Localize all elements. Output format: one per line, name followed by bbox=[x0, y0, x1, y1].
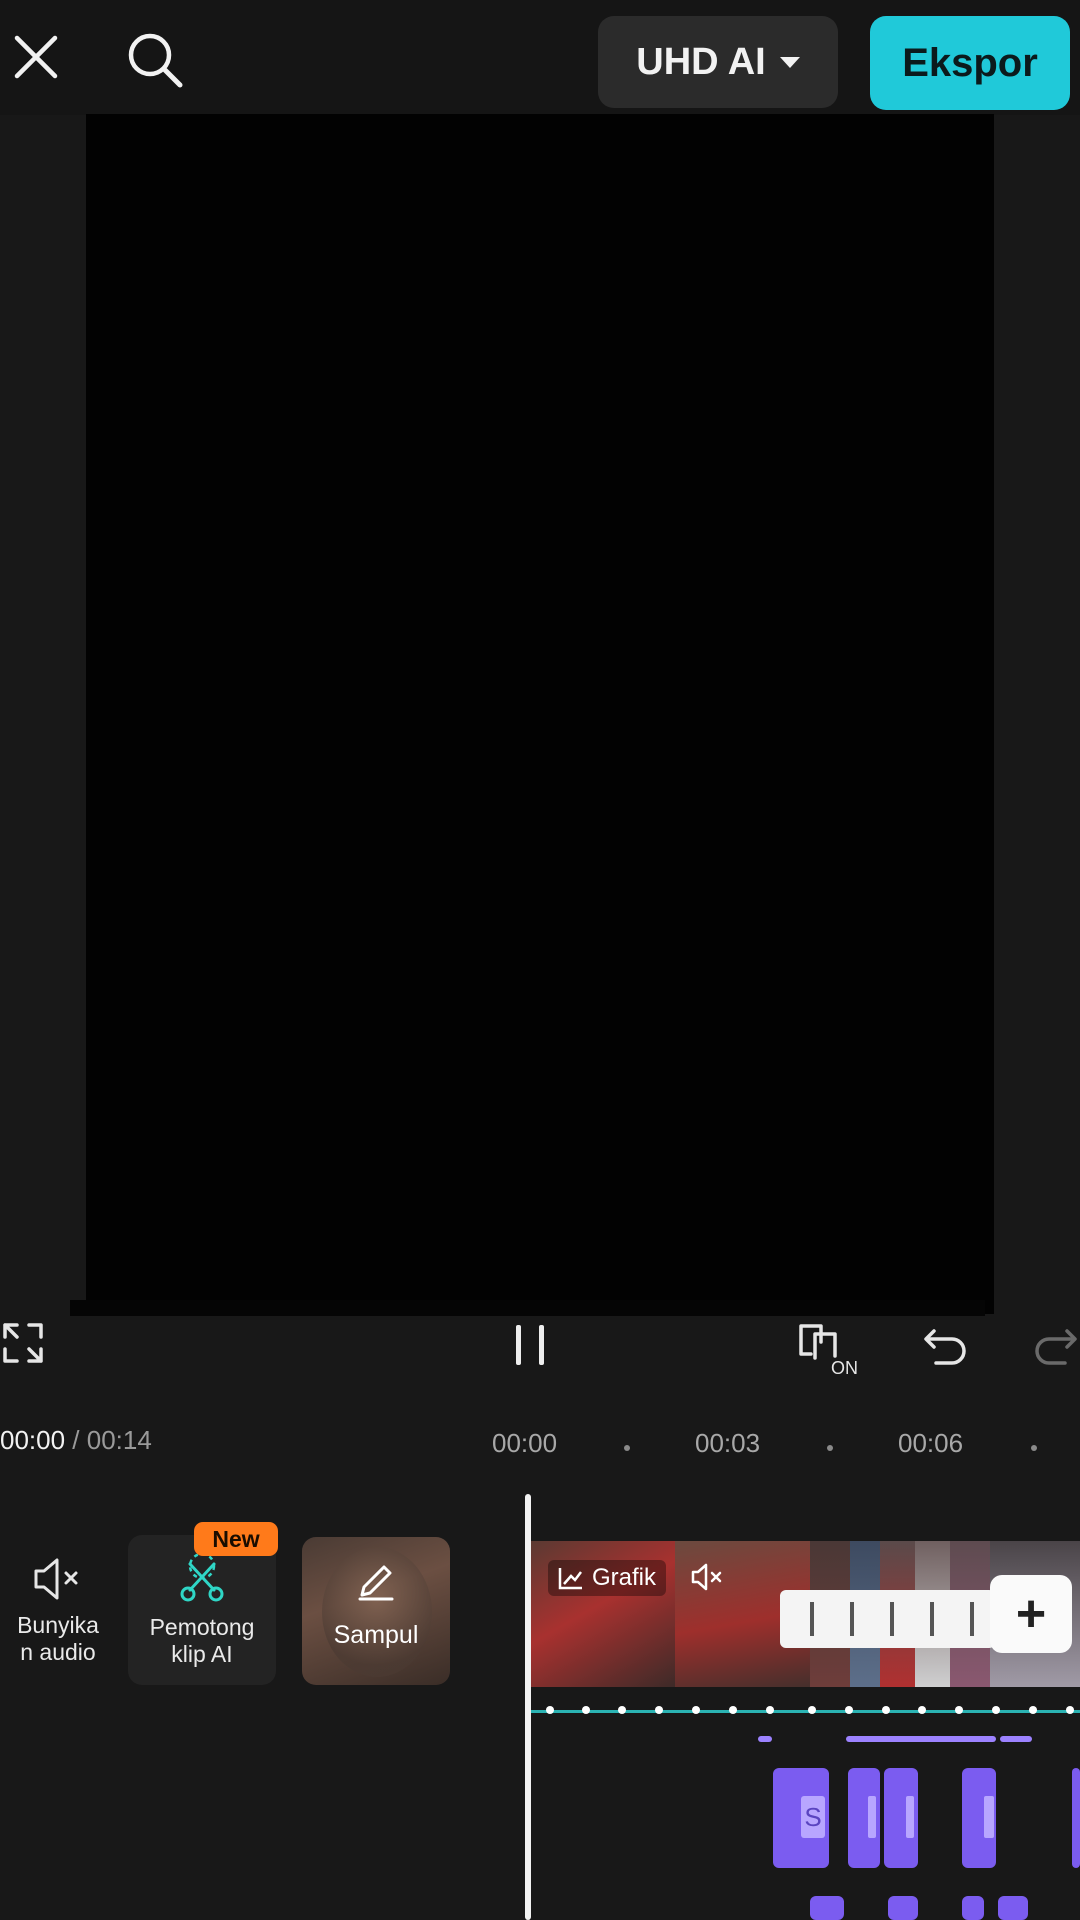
transition-marker[interactable] bbox=[810, 1602, 814, 1636]
clip-transitions[interactable] bbox=[780, 1590, 995, 1648]
keyframe-dot[interactable] bbox=[808, 1706, 816, 1714]
caption-clip[interactable] bbox=[884, 1768, 918, 1868]
ruler-mark: 00:06 bbox=[898, 1428, 964, 1458]
search-icon bbox=[128, 33, 183, 88]
caption-letter: S bbox=[801, 1796, 825, 1838]
caption-clip-handle bbox=[984, 1796, 994, 1838]
search-button[interactable] bbox=[120, 25, 190, 95]
chevron-down-icon bbox=[779, 56, 800, 68]
undo-button[interactable] bbox=[920, 1318, 972, 1372]
preview-bottom-edge bbox=[70, 1300, 985, 1316]
keyframe-dot[interactable] bbox=[882, 1706, 890, 1714]
keyframe-dot[interactable] bbox=[845, 1706, 853, 1714]
svg-text:ON: ON bbox=[831, 1358, 858, 1376]
export-button[interactable]: Ekspor bbox=[870, 16, 1070, 110]
mute-audio-text: Bunyika n audio bbox=[17, 1612, 99, 1665]
pencil-icon bbox=[358, 1565, 394, 1601]
fullscreen-button[interactable] bbox=[0, 1318, 46, 1368]
ruler-dot bbox=[1031, 1445, 1037, 1451]
fullscreen-icon bbox=[3, 1323, 43, 1363]
undo-icon bbox=[924, 1329, 966, 1365]
text-track-edge bbox=[846, 1736, 996, 1742]
pause-button[interactable] bbox=[500, 1315, 560, 1375]
caption-clip[interactable] bbox=[962, 1896, 984, 1920]
playback-time: 00:00 / 00:14 bbox=[0, 1425, 152, 1456]
graph-icon bbox=[558, 1568, 582, 1590]
mute-audio-label: Bunyika n audio bbox=[17, 1612, 99, 1666]
text-track-edge bbox=[1000, 1736, 1032, 1742]
video-preview[interactable] bbox=[86, 114, 994, 1314]
keyframe-toggle-button[interactable]: ON bbox=[792, 1315, 864, 1377]
transition-marker[interactable] bbox=[930, 1602, 934, 1636]
add-clip-button[interactable]: + bbox=[990, 1575, 1072, 1653]
transition-marker[interactable] bbox=[890, 1602, 894, 1636]
close-icon bbox=[14, 35, 58, 79]
keyframe-dot[interactable] bbox=[918, 1706, 926, 1714]
caption-clip[interactable] bbox=[810, 1896, 844, 1920]
text-track-edge bbox=[758, 1736, 772, 1742]
keyframe-dot[interactable] bbox=[955, 1706, 963, 1714]
cover-label: Sampul bbox=[333, 1621, 419, 1649]
caption-clip[interactable] bbox=[888, 1896, 918, 1920]
keyframe-dot[interactable] bbox=[546, 1706, 554, 1714]
ruler-mark: 00:03 bbox=[695, 1428, 761, 1458]
graph-button[interactable]: Grafik bbox=[548, 1560, 667, 1596]
main-track-magnet-icon: ON bbox=[799, 1324, 858, 1376]
ai-clip-cutter-text: Pemotong klip AI bbox=[149, 1614, 255, 1667]
ai-clip-cutter-label: Pemotong klip AI bbox=[150, 1614, 255, 1668]
keyframe-dot[interactable] bbox=[1066, 1706, 1074, 1714]
clip-mute-icon[interactable] bbox=[690, 1560, 726, 1594]
time-separator: / bbox=[65, 1425, 87, 1455]
ruler-dot bbox=[624, 1445, 630, 1451]
caption-clip-handle bbox=[906, 1796, 914, 1838]
quality-selector[interactable]: UHD AI bbox=[598, 16, 838, 108]
keyframe-dot[interactable] bbox=[766, 1706, 774, 1714]
keyframe-dot[interactable] bbox=[1029, 1706, 1037, 1714]
ruler-mark: 00:00 bbox=[492, 1428, 558, 1458]
close-button[interactable] bbox=[4, 25, 68, 89]
caption-clip[interactable] bbox=[848, 1768, 880, 1868]
keyframe-dot[interactable] bbox=[692, 1706, 700, 1714]
keyframe-dot[interactable] bbox=[582, 1706, 590, 1714]
caption-clip[interactable] bbox=[962, 1768, 996, 1868]
transition-marker[interactable] bbox=[970, 1602, 974, 1636]
transition-marker[interactable] bbox=[850, 1602, 854, 1636]
quality-label: UHD AI bbox=[636, 40, 766, 83]
caption-clip-handle bbox=[868, 1796, 876, 1838]
total-time: 00:14 bbox=[86, 1425, 152, 1455]
pause-icon bbox=[516, 1325, 544, 1365]
speaker-mute-icon bbox=[34, 1558, 78, 1600]
mute-audio-tool[interactable]: Bunyika n audio bbox=[0, 1540, 128, 1690]
redo-icon bbox=[1035, 1329, 1077, 1365]
playhead[interactable] bbox=[525, 1494, 531, 1920]
graph-label: Grafik bbox=[592, 1564, 657, 1591]
caption-clip[interactable] bbox=[1072, 1768, 1080, 1868]
redo-button[interactable] bbox=[1030, 1318, 1080, 1372]
ai-scissors-icon bbox=[180, 1552, 224, 1602]
cover-tool[interactable]: Sampul bbox=[302, 1537, 450, 1685]
ruler-dot bbox=[827, 1445, 833, 1451]
ai-clip-cutter-content: Pemotong klip AI bbox=[132, 1540, 272, 1690]
current-time: 00:00 bbox=[0, 1425, 66, 1455]
keyframe-dot[interactable] bbox=[618, 1706, 626, 1714]
new-badge: New bbox=[194, 1522, 278, 1556]
caption-clip[interactable] bbox=[998, 1896, 1028, 1920]
keyframe-dot[interactable] bbox=[655, 1706, 663, 1714]
keyframe-dot[interactable] bbox=[729, 1706, 737, 1714]
caption-clip[interactable]: S bbox=[773, 1768, 829, 1868]
keyframe-dot[interactable] bbox=[992, 1706, 1000, 1714]
